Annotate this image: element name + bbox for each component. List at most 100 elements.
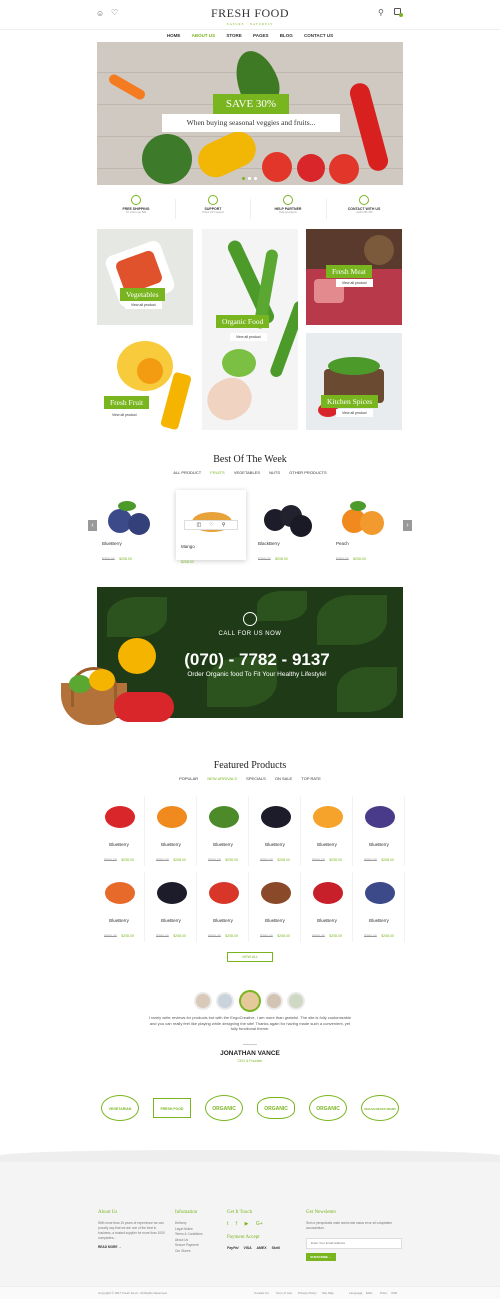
view-all-link[interactable]: View all product [125,301,162,309]
bottom-link-privacy[interactable]: Privacy Policy [298,1291,317,1295]
search-icon[interactable]: ⚲ [378,8,384,17]
product-name[interactable]: BlueBerry [146,918,196,923]
product-card[interactable]: BlueBerry $360.00 $208.00 [146,796,197,866]
product-card[interactable]: Peach $360.00 $208.00 [334,495,402,563]
search-icon[interactable]: ⚲ [222,522,226,528]
tab-specials[interactable]: SPECIALS [246,776,266,781]
tab-fruits[interactable]: FRUITS [210,470,224,475]
tab-new-arrivals[interactable]: NEW ARRIVALS [207,776,237,781]
nav-pages[interactable]: PAGES [253,30,268,42]
nav-store[interactable]: STORE [226,30,241,42]
product-card[interactable]: BlackBerry $360.00 $208.00 [256,495,324,563]
product-card[interactable]: BlueBerry $360.00 $208.00 [100,495,168,563]
tab-top-rate[interactable]: TOP RATE [301,776,321,781]
prev-arrow-icon[interactable]: ‹ [88,520,97,531]
tab-all-product[interactable]: ALL PRODUCT [173,470,201,475]
phone-number[interactable]: (070) - 7782 - 9137 [0,650,500,670]
product-name[interactable]: BlueBerry [94,842,144,847]
bottom-link-sitemap[interactable]: Site Map [322,1291,334,1295]
product-name[interactable]: BlueBerry [198,842,248,847]
product-name[interactable]: BlueBerry [250,918,300,923]
avatar[interactable] [287,992,305,1010]
testimonial-text: I rarely write reviews for products but … [148,1015,352,1031]
price: $208.00 [119,557,132,561]
twitter-icon[interactable]: t [227,1221,228,1227]
subscribe-button[interactable]: SUBSCRIBE → [306,1253,336,1261]
slider-dot[interactable] [242,177,245,180]
product-card[interactable]: BlueBerry $360.00 $208.00 [354,796,405,866]
product-card[interactable]: BlueBerry $360.00 $208.00 [94,796,145,866]
category-organic-food[interactable]: Organic Food View all product [202,229,298,430]
product-name[interactable]: BlueBerry [102,541,122,546]
facebook-icon[interactable]: f [236,1221,237,1227]
bottom-link-contact[interactable]: Contact Us [254,1291,269,1295]
product-name[interactable]: BlueBerry [146,842,196,847]
product-name[interactable]: BlueBerry [302,842,352,847]
tab-on-sale[interactable]: ON SALE [275,776,292,781]
view-all-link[interactable]: View all product [336,279,373,287]
avatar[interactable] [194,992,212,1010]
product-name[interactable]: BlueBerry [198,918,248,923]
footer-about-text: With more than 15 years of experience we… [98,1221,165,1240]
language-select[interactable]: ENG [366,1291,373,1295]
price: $208.00 [381,934,394,938]
category-vegetables[interactable]: Vegetables View all product [97,229,193,325]
currency-select[interactable]: USD [391,1291,397,1295]
slider-dot[interactable] [248,177,251,180]
product-name[interactable]: BlueBerry [250,842,300,847]
price: $208.00 [225,934,238,938]
product-card[interactable]: BlueBerry $360.00 $208.00 [302,796,353,866]
nav-contact-us[interactable]: CONTACT US [304,30,333,42]
next-arrow-icon[interactable]: › [403,520,412,531]
nav-blog[interactable]: BLOG [280,30,293,42]
tab-other-products[interactable]: OTHER PRODUCTS [289,470,327,475]
tab-vegetables[interactable]: VEGETABLES [234,470,260,475]
product-name[interactable]: BlueBerry [354,918,404,923]
product-name[interactable]: BlueBerry [94,918,144,923]
google-plus-icon[interactable]: G+ [256,1221,263,1227]
product-card[interactable]: BlueBerry $360.00 $208.00 [198,796,249,866]
view-all-button[interactable]: VIEW ALL [227,952,273,962]
product-name[interactable]: BlackBerry [258,541,280,546]
tab-popular[interactable]: POPULAR [179,776,198,781]
product-name[interactable]: Mango [181,544,195,549]
view-all-link[interactable]: View all product [336,409,373,417]
bottom-link-terms[interactable]: Term of Use [276,1291,292,1295]
newsletter-email-input[interactable] [306,1237,402,1249]
product-card[interactable]: BlueBerry $360.00 $208.00 [302,872,353,942]
read-more-link[interactable]: READ MORE → [98,1245,168,1250]
price: $208.00 [277,934,290,938]
youtube-icon[interactable]: ▶ [245,1221,249,1227]
nav-about-us[interactable]: ABOUT US [192,30,216,42]
view-all-link[interactable]: View all product [230,333,267,341]
hero-tomato-image [329,154,359,184]
tab-nuts[interactable]: NUTS [269,470,280,475]
slider-dot[interactable] [254,177,257,180]
nav-home[interactable]: HOME [167,30,181,42]
avatar[interactable] [239,990,261,1012]
product-card[interactable]: BlueBerry $360.00 $208.00 [250,796,301,866]
hero-broccoli-image [142,134,192,184]
product-card[interactable]: BlueBerry $360.00 $208.00 [146,872,197,942]
category-fresh-fruit[interactable]: Fresh Fruit View all product [97,333,193,430]
avatar[interactable] [265,992,283,1010]
footer-link[interactable]: Our Stores [175,1249,225,1255]
product-name[interactable]: Peach [336,541,349,546]
cart-icon[interactable]: ◫ [197,522,202,528]
avatar[interactable] [216,992,234,1010]
product-name[interactable]: BlueBerry [354,842,404,847]
category-kitchen-spices[interactable]: Kitchen Spices View all product [306,333,402,430]
product-card[interactable]: BlueBerry $360.00 $208.00 [354,872,405,942]
product-card[interactable]: BlueBerry $360.00 $208.00 [250,872,301,942]
category-fresh-meat[interactable]: Fresh Meat View all product [306,229,402,325]
product-card[interactable]: BlueBerry $360.00 $208.00 [94,872,145,942]
product-card-hover[interactable]: ◫ ♡ ⚲ Mango $208.00 [176,490,246,564]
logo[interactable]: FRESH FOOD NATURE · NATURELY [0,6,500,26]
product-name[interactable]: BlueBerry [302,918,352,923]
vegetarian-badge: VEGETARIAN [101,1095,139,1121]
logo-subtitle: NATURE · NATURELY [226,22,274,26]
heart-icon[interactable]: ♡ [209,522,213,528]
view-all-link[interactable]: View all product [106,411,143,419]
old-price: $360.00 [312,858,325,862]
product-card[interactable]: BlueBerry $360.00 $208.00 [198,872,249,942]
